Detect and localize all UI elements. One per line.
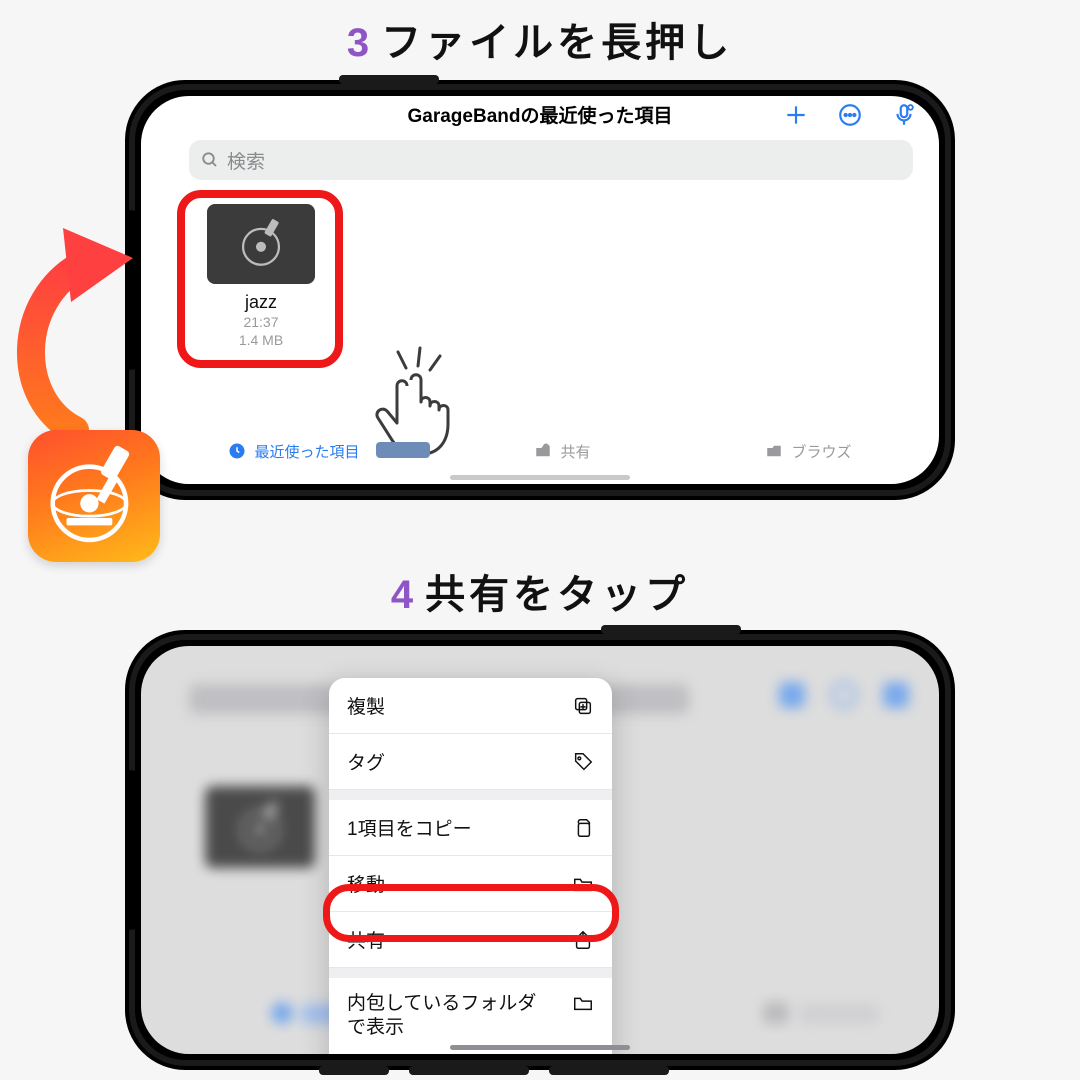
tab-recent[interactable]: 最近使った項目	[228, 441, 359, 462]
phone-frame-step4: 複製 タグ 1項目をコピー 移動 共有 内包しているフォルダで	[125, 630, 955, 1070]
tab-browse[interactable]: ブラウズ	[765, 441, 851, 462]
more-icon[interactable]	[837, 102, 863, 144]
tab-shared[interactable]: 共有	[534, 441, 590, 462]
step4-title: 4共有をタップ	[0, 562, 1080, 620]
search-icon	[201, 151, 219, 169]
search-bar[interactable]: 検索	[189, 140, 913, 180]
add-icon[interactable]	[783, 102, 809, 144]
tab-recent-label: 最近使った項目	[254, 441, 359, 462]
file-time: 21:37	[191, 313, 331, 331]
nav-title: GarageBandの最近使った項目	[408, 106, 673, 127]
tab-bar: 最近使った項目 共有 ブラウズ	[141, 430, 939, 472]
search-placeholder: 検索	[227, 147, 265, 174]
step4-text: 共有をタップ	[425, 573, 689, 617]
copy-icon	[572, 817, 594, 839]
file-name: jazz	[191, 292, 331, 313]
step3-text: ファイルを長押し	[381, 21, 733, 65]
menu-separator	[329, 968, 612, 978]
screen-step4: 複製 タグ 1項目をコピー 移動 共有 内包しているフォルダで	[141, 646, 939, 1054]
file-thumbnail	[207, 204, 315, 284]
menu-share[interactable]: 共有	[329, 912, 612, 968]
menu-show-folder[interactable]: 内包しているフォルダで表示	[329, 978, 612, 1054]
phone-side-button	[339, 75, 439, 84]
menu-show-folder-label: 内包しているフォルダで表示	[347, 992, 547, 1040]
home-indicator	[450, 475, 630, 480]
file-tile[interactable]: jazz 21:37 1.4 MB	[191, 204, 331, 349]
menu-tag-label: タグ	[347, 748, 385, 775]
garageband-app-icon	[28, 430, 160, 562]
phone-side-button	[549, 1066, 669, 1075]
home-indicator	[450, 1045, 630, 1050]
menu-duplicate-label: 複製	[347, 692, 385, 719]
tag-icon	[572, 751, 594, 773]
menu-share-label: 共有	[347, 926, 385, 953]
share-icon	[572, 929, 594, 951]
phone-frame-step3: GarageBandの最近使った項目 検索	[125, 80, 955, 500]
menu-copy-label: 1項目をコピー	[347, 814, 472, 841]
phone-side-button	[601, 625, 741, 634]
guitar-icon	[39, 441, 149, 551]
menu-tag[interactable]: タグ	[329, 734, 612, 790]
nav-bar: GarageBandの最近使った項目	[141, 96, 939, 138]
menu-duplicate[interactable]: 複製	[329, 678, 612, 734]
nav-actions	[783, 102, 917, 144]
tab-browse-label: ブラウズ	[791, 441, 851, 462]
folder-icon	[572, 992, 594, 1014]
step3-number: 3	[347, 21, 373, 65]
context-menu: 複製 タグ 1項目をコピー 移動 共有 内包しているフォルダで	[329, 678, 612, 1054]
menu-move-label: 移動	[347, 870, 385, 897]
tab-shared-label: 共有	[560, 441, 590, 462]
file-size: 1.4 MB	[191, 331, 331, 349]
menu-copy[interactable]: 1項目をコピー	[329, 800, 612, 856]
mic-icon[interactable]	[891, 102, 917, 144]
phone-side-button	[409, 1066, 529, 1075]
duplicate-icon	[572, 695, 594, 717]
folder-icon	[572, 873, 594, 895]
phone-side-button	[319, 1066, 389, 1075]
step3-title: 3ファイルを長押し	[0, 10, 1080, 68]
step4-number: 4	[391, 573, 417, 617]
menu-move[interactable]: 移動	[329, 856, 612, 912]
screen-step3: GarageBandの最近使った項目 検索	[141, 96, 939, 484]
menu-separator	[329, 790, 612, 800]
guitar-icon	[233, 216, 289, 272]
